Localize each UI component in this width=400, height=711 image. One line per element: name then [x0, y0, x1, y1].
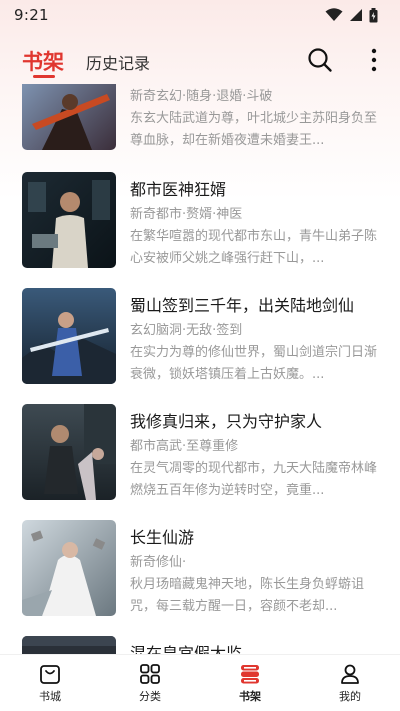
bookshelf-icon: [241, 665, 259, 684]
bag-icon: [40, 665, 60, 684]
more-button[interactable]: [364, 46, 384, 74]
book-cover: [22, 636, 116, 654]
book-cover: [22, 288, 116, 384]
nav-profile[interactable]: 我的: [300, 655, 400, 711]
book-item[interactable]: 我修真归来，只为守护家人 都市高武·至尊重修 在灵气凋零的现代都市，九天大陆魔帝…: [22, 404, 382, 500]
nav-category[interactable]: 分类: [100, 655, 200, 711]
book-description: 秋月玚暗藏鬼神天地，陈长生身负蜉蝣诅咒，每三载方醒一日，容颜不老却...: [130, 577, 365, 614]
book-item[interactable]: 蜀山签到三千年，出关陆地剑仙 玄幻脑洞·无敌·签到 在实力为尊的修仙世界，蜀山剑…: [22, 288, 382, 384]
book-title: 我修真归来，只为守护家人: [130, 412, 323, 431]
book-item[interactable]: 长生仙游 新奇修仙· 秋月玚暗藏鬼神天地，陈长生身负蜉蝣诅咒，每三载方醒一日，容…: [22, 520, 382, 616]
top-nav: 书架 历史记录: [0, 40, 400, 84]
book-title: 蜀山签到三千年，出关陆地剑仙: [130, 296, 355, 315]
grid-icon: [140, 664, 160, 684]
book-cover: [22, 520, 116, 616]
status-time: 9:21: [14, 6, 49, 24]
book-cover: [22, 84, 116, 150]
search-icon: [308, 48, 332, 72]
book-tags: 玄幻脑洞·无敌·签到: [130, 323, 243, 338]
more-vertical-icon: [371, 48, 377, 72]
search-button[interactable]: [306, 46, 334, 74]
book-description: 在灵气凋零的现代都市，九天大陆魔帝林峰燃烧五百年修为逆转时空，竟重...: [130, 461, 378, 498]
book-item[interactable]: 新奇玄幻·随身·退婚·斗破 东玄大陆武道为尊，叶北城少主苏阳身负至尊血脉，却在新…: [22, 84, 382, 150]
book-description: 东玄大陆武道为尊，叶北城少主苏阳身负至尊血脉，却在新婚夜遭未婚妻王...: [130, 111, 378, 148]
book-tags: 新奇都市·赘婿·神医: [130, 207, 243, 222]
book-tags: 新奇玄幻·随身·退婚·斗破: [130, 89, 273, 104]
wifi-icon: [325, 8, 343, 21]
book-item[interactable]: 都市医神狂婿 新奇都市·赘婿·神医 在繁华喧嚣的现代都市东山，青牛山弟子陈心安被…: [22, 172, 382, 268]
nav-label: 书架: [239, 690, 261, 703]
nav-label: 我的: [339, 690, 361, 703]
signal-icon: [350, 9, 362, 21]
book-cover: [22, 172, 116, 268]
status-icons: [325, 7, 378, 23]
status-bar: 9:21: [0, 0, 400, 30]
book-tags: 新奇修仙·: [130, 555, 187, 570]
person-icon: [341, 664, 359, 684]
book-title: 长生仙游: [130, 528, 195, 547]
active-tab-indicator: [33, 75, 55, 78]
nav-label: 书城: [39, 690, 61, 703]
book-list[interactable]: 新奇玄幻·随身·退婚·斗破 东玄大陆武道为尊，叶北城少主苏阳身负至尊血脉，却在新…: [0, 84, 400, 654]
bottom-nav: 书城 分类 书架 我的: [0, 654, 400, 711]
nav-bookstore[interactable]: 书城: [0, 655, 100, 711]
book-item[interactable]: 混在皇宫假太监: [22, 636, 382, 654]
book-tags: 都市高武·至尊重修: [130, 439, 239, 454]
book-description: 在实力为尊的修仙世界，蜀山剑道宗门日渐衰微，锁妖塔镇压着上古妖魔。...: [130, 345, 378, 382]
nav-label: 分类: [139, 690, 161, 703]
book-title: 混在皇宫假太监: [130, 644, 243, 654]
nav-bookshelf[interactable]: 书架: [200, 655, 300, 711]
tab-history[interactable]: 历史记录: [86, 50, 150, 74]
book-cover: [22, 404, 116, 500]
book-title: 都市医神狂婿: [130, 180, 227, 199]
book-description: 在繁华喧嚣的现代都市东山，青牛山弟子陈心安被师父姚之峰强行赶下山，...: [130, 229, 378, 266]
tab-bookshelf[interactable]: 书架: [22, 46, 64, 76]
battery-icon: [369, 7, 378, 22]
